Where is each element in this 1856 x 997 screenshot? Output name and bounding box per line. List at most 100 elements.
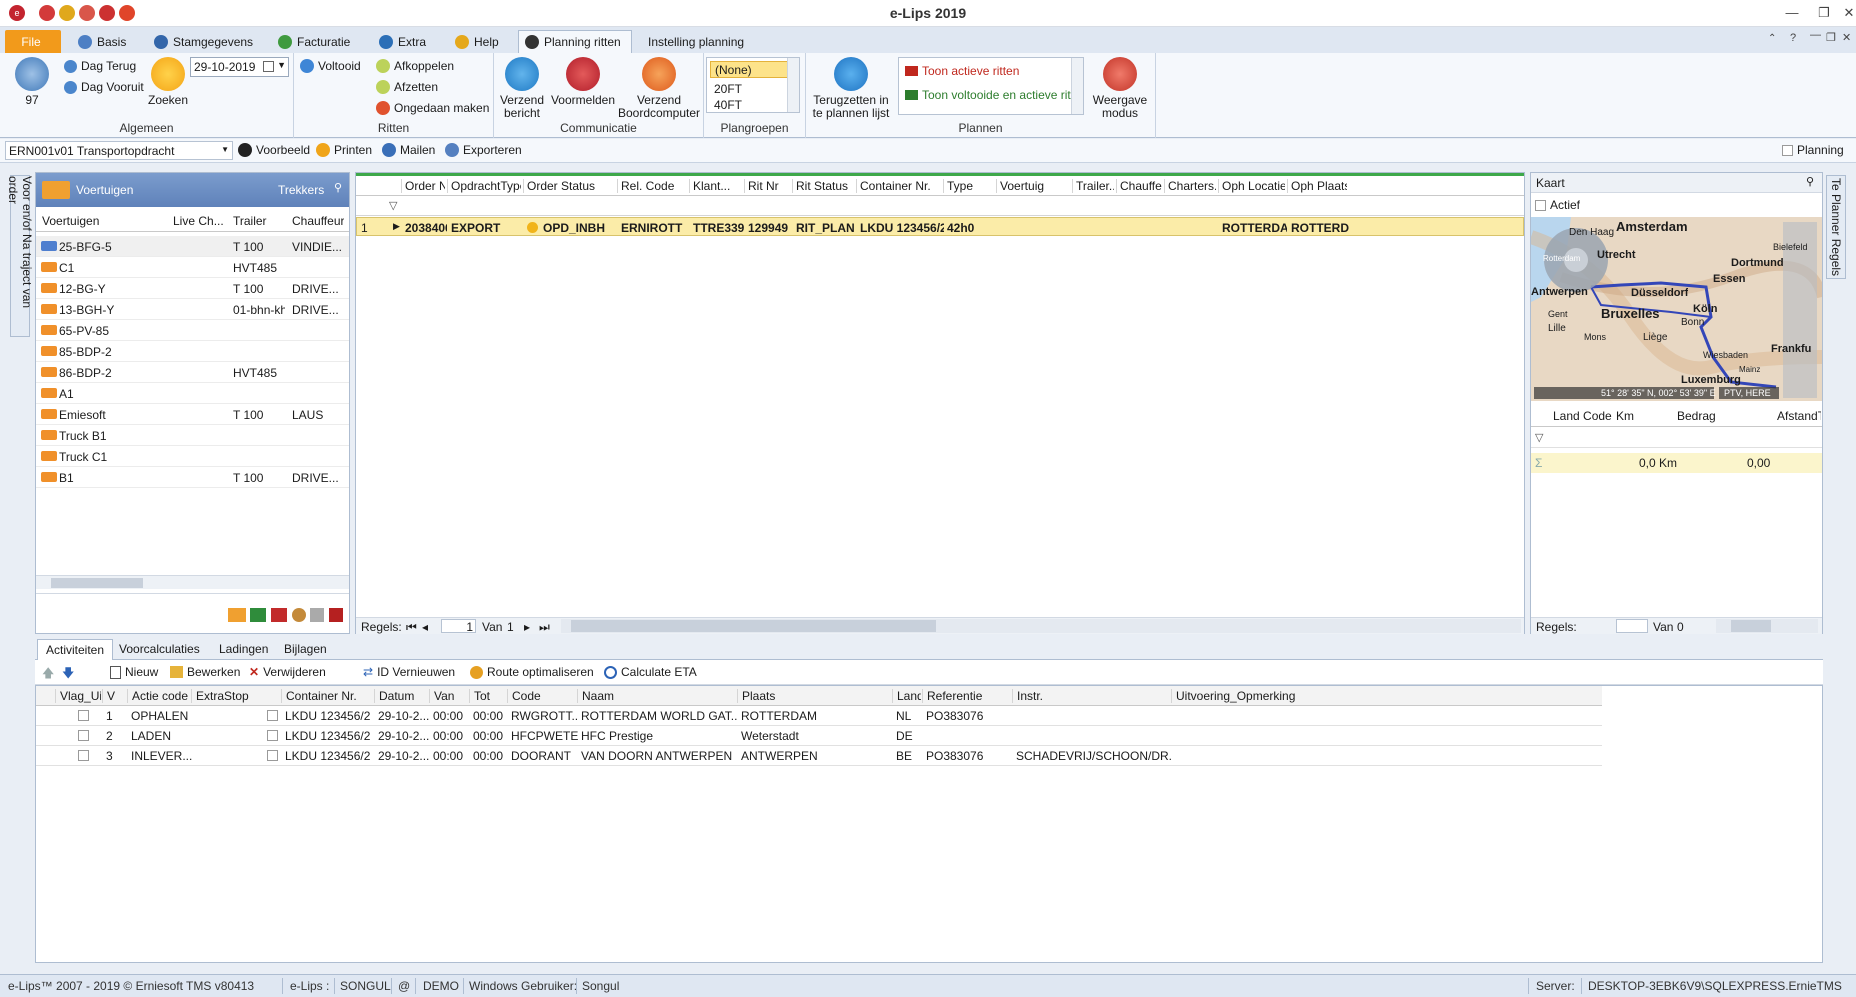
orders-col-header[interactable]: Rit Status bbox=[792, 179, 854, 193]
activities-col-header[interactable]: V bbox=[102, 689, 126, 703]
col-bedrag[interactable]: Bedrag bbox=[1677, 409, 1716, 423]
orders-filter-row[interactable]: ▽ bbox=[356, 196, 1524, 216]
mdi-restore-icon[interactable]: ❐ bbox=[1826, 31, 1836, 44]
mdi-close-icon[interactable]: ✕ bbox=[1842, 31, 1851, 44]
mdi-minimize-icon[interactable]: — bbox=[1810, 29, 1821, 41]
exporteren-button[interactable]: Exporteren bbox=[445, 143, 522, 157]
voorbeeld-button[interactable]: Voorbeeld bbox=[238, 143, 310, 157]
orders-col-header[interactable]: Rit Nr bbox=[744, 179, 790, 193]
move-down-icon[interactable]: 🡇 bbox=[62, 664, 74, 685]
afzetten-button[interactable]: Afzetten bbox=[376, 80, 438, 94]
verzend-boordcomputer-button[interactable]: Verzend Boordcomputer bbox=[616, 57, 702, 120]
orders-col-header[interactable]: Oph Locatie bbox=[1218, 179, 1285, 193]
last-page-icon[interactable]: ⏭ bbox=[539, 620, 550, 635]
orders-col-header[interactable]: Order Nr bbox=[401, 179, 445, 193]
tab-activiteiten[interactable]: Activiteiten bbox=[37, 639, 114, 660]
driver-type-icon[interactable] bbox=[292, 608, 306, 622]
orders-col-header[interactable]: Trailer... bbox=[1072, 179, 1114, 193]
terugzetten-button[interactable]: Terugzetten in te plannen lijst bbox=[806, 57, 896, 120]
tab-basis[interactable]: Basis bbox=[72, 30, 136, 53]
afkoppelen-button[interactable]: Afkoppelen bbox=[376, 59, 454, 73]
bewerken-button[interactable]: Bewerken bbox=[170, 665, 240, 679]
verwijderen-button[interactable]: ✕ Verwijderen bbox=[249, 665, 326, 679]
minimize-button[interactable]: — bbox=[1778, 2, 1806, 24]
extrastop-checkbox[interactable] bbox=[267, 730, 278, 741]
activities-col-header[interactable]: Code bbox=[507, 689, 576, 703]
activities-col-header[interactable]: Vlag_Uit... bbox=[55, 689, 101, 703]
maximize-button[interactable]: ❐ bbox=[1810, 2, 1838, 24]
col-km[interactable]: Km bbox=[1616, 409, 1634, 423]
vlag-checkbox[interactable] bbox=[78, 750, 89, 761]
verzend-bericht-button[interactable]: Verzend bericht bbox=[496, 57, 548, 120]
vehicle-row[interactable]: A1 bbox=[36, 383, 349, 404]
vehicle-row[interactable]: Truck C1 bbox=[36, 446, 349, 467]
activities-col-header[interactable]: Actie code bbox=[127, 689, 190, 703]
vehicle-row[interactable]: Truck B1 bbox=[36, 425, 349, 446]
printen-button[interactable]: Printen bbox=[316, 143, 372, 157]
prev-page-icon[interactable]: ◂ bbox=[422, 620, 428, 634]
tab-voorcalculaties[interactable]: Voorcalculaties bbox=[119, 642, 200, 656]
orders-col-header[interactable]: Rel. Code bbox=[617, 179, 687, 193]
activities-col-header[interactable]: Naam bbox=[577, 689, 736, 703]
extrastop-checkbox[interactable] bbox=[267, 710, 278, 721]
extrastop-checkbox[interactable] bbox=[267, 750, 278, 761]
activities-col-header[interactable]: Referentie bbox=[922, 689, 1011, 703]
voormelden-button[interactable]: Voormelden bbox=[550, 57, 616, 107]
activities-col-header[interactable]: Container Nr. bbox=[281, 689, 373, 703]
ribbon-help-icon[interactable]: ? bbox=[1790, 32, 1796, 44]
actief-toggle[interactable]: Actief bbox=[1535, 198, 1580, 212]
calculate-eta-button[interactable]: Calculate ETA bbox=[604, 665, 697, 679]
plangroep-40ft[interactable]: 40FT bbox=[707, 97, 799, 112]
vlag-checkbox[interactable] bbox=[78, 730, 89, 741]
orders-col-header[interactable]: Oph Plaats bbox=[1287, 179, 1347, 193]
vehicle-row[interactable]: C1 HVT485 bbox=[36, 257, 349, 278]
orders-col-header[interactable]: OpdrachtType bbox=[447, 179, 521, 193]
mailen-button[interactable]: Mailen bbox=[382, 143, 435, 157]
nieuw-button[interactable]: Nieuw bbox=[110, 665, 158, 679]
dag-vooruit-button[interactable]: Dag Vooruit bbox=[64, 80, 144, 94]
planning-toggle[interactable]: Planning bbox=[1782, 143, 1844, 157]
tab-help[interactable]: Help bbox=[449, 30, 509, 53]
weergave-modus-button[interactable]: Weergave modus bbox=[1088, 57, 1152, 120]
vehicle-row[interactable]: 13-BGH-Y 01-bhn-kh DRIVE... bbox=[36, 299, 349, 320]
activity-row[interactable]: 2 LADEN LKDU 123456/2 29-10-2... 00:00 00:00 H… bbox=[36, 726, 1602, 746]
vehicle-row[interactable]: 12-BG-Y T 100 DRIVE... bbox=[36, 278, 349, 299]
zoeken-button[interactable]: Zoeken bbox=[148, 57, 188, 107]
refresh-button[interactable]: 97 bbox=[12, 57, 52, 107]
vlag-checkbox[interactable] bbox=[78, 710, 89, 721]
tab-planning-ritten[interactable]: Planning ritten bbox=[518, 30, 632, 53]
plangroep-20ft[interactable]: 20FT bbox=[707, 81, 799, 97]
tab-facturatie[interactable]: Facturatie bbox=[272, 30, 360, 53]
ribbon-collapse-icon[interactable]: ⌃ bbox=[1768, 33, 1776, 44]
activities-col-header[interactable]: Plaats bbox=[737, 689, 891, 703]
vehicle-row[interactable]: 65-PV-85 bbox=[36, 320, 349, 341]
date-picker[interactable]: 29-10-2019 ▼ bbox=[190, 57, 289, 77]
tab-extra[interactable]: Extra bbox=[373, 30, 436, 53]
side-tab-planner-regels[interactable]: Te Planner Regels bbox=[1826, 175, 1846, 279]
map-scroll-thumb[interactable] bbox=[1731, 620, 1771, 632]
orders-col-header[interactable]: Type bbox=[943, 179, 994, 193]
orders-col-header[interactable]: Chauffe... bbox=[1116, 179, 1162, 193]
activities-col-header[interactable]: ExtraStop bbox=[191, 689, 280, 703]
planning-checkbox[interactable] bbox=[1782, 144, 1793, 156]
vehicles-scroll-thumb[interactable] bbox=[51, 578, 143, 588]
dag-terug-button[interactable]: Dag Terug bbox=[64, 59, 136, 73]
plangroep-none[interactable]: (None) bbox=[710, 61, 796, 78]
vehicle-row[interactable]: 85-BDP-2 bbox=[36, 341, 349, 362]
tab-stamgegevens[interactable]: Stamgegevens bbox=[148, 30, 263, 53]
activities-col-header[interactable]: Instr. bbox=[1012, 689, 1170, 703]
activity-row[interactable]: 3 INLEVER... LKDU 123456/2 29-10-2... 00:00 0… bbox=[36, 746, 1602, 766]
tab-instelling-planning[interactable]: Instelling planning bbox=[642, 30, 754, 53]
orders-col-header[interactable]: Klant... bbox=[689, 179, 742, 193]
move-up-icon[interactable]: 🡅 bbox=[42, 664, 54, 685]
vehicles-hscroll[interactable] bbox=[36, 575, 349, 589]
id-vernieuwen-button[interactable]: ⇄ ID Vernieuwen bbox=[363, 665, 455, 679]
orders-col-header[interactable]: Charters... bbox=[1164, 179, 1216, 193]
vehicle-row[interactable]: 86-BDP-2 HVT485 bbox=[36, 362, 349, 383]
map-view[interactable]: Amsterdam Den Haag Utrecht Rotterdam Bie… bbox=[1531, 217, 1822, 401]
toon-actieve-button[interactable]: Toon actieve ritten bbox=[905, 64, 1019, 78]
orders-hscroll[interactable] bbox=[561, 619, 1521, 633]
tab-file[interactable]: File bbox=[5, 30, 61, 53]
toon-list-scrollbar[interactable] bbox=[1071, 58, 1083, 114]
charter-type-icon[interactable] bbox=[310, 608, 324, 622]
